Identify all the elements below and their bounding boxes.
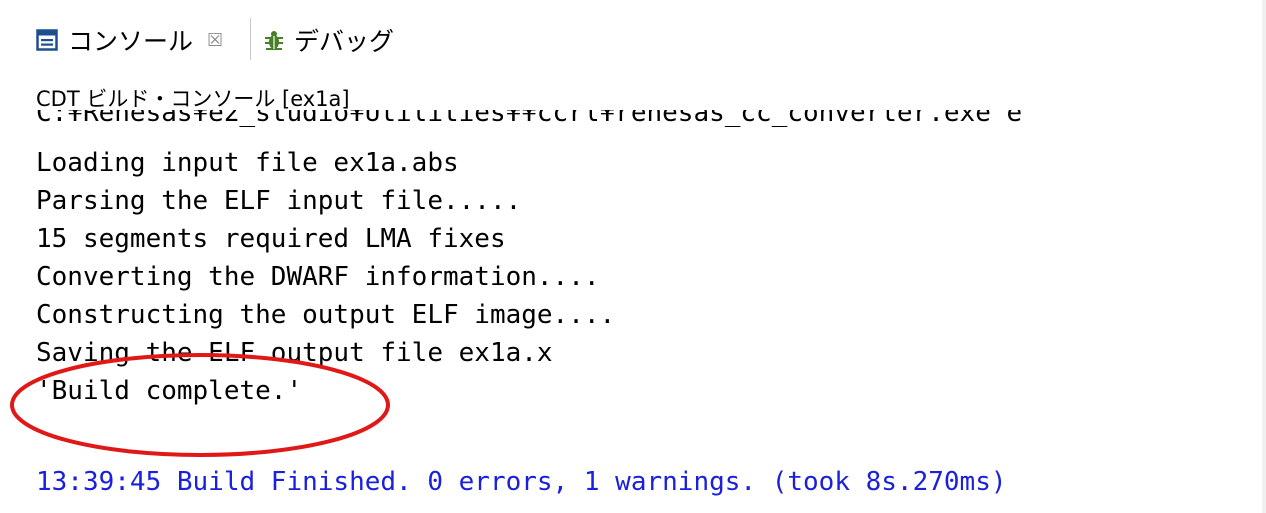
build-complete-line: 'Build complete.': [36, 376, 303, 406]
console-line: C:¥Renesas¥e2_studio¥Utilities¥¥ccrl¥ren…: [36, 110, 1023, 128]
tab-console[interactable]: コンソール ☒: [36, 18, 223, 62]
close-icon[interactable]: ☒: [207, 30, 223, 51]
console-line: Saving the ELF output file ex1a.x: [36, 338, 553, 368]
console-line: 15 segments required LMA fixes: [36, 224, 506, 254]
view-tab-bar: コンソール ☒ デバッグ: [0, 0, 1266, 75]
tab-console-label: コンソール: [68, 27, 194, 56]
vertical-scrollbar[interactable]: [1262, 0, 1266, 513]
build-finished-line: 13:39:45 Build Finished. 0 errors, 1 war…: [36, 467, 1007, 497]
bug-icon: [262, 28, 286, 52]
console-line: Constructing the output ELF image....: [36, 300, 616, 330]
console-icon: [36, 29, 58, 51]
console-title: CDT ビルド・コンソール [ex1a]: [36, 87, 350, 111]
tab-divider: [250, 18, 251, 60]
console-line: Loading input file ex1a.abs: [36, 148, 459, 178]
console-line: Converting the DWARF information....: [36, 262, 600, 292]
tab-debug-label: デバッグ: [294, 27, 395, 56]
tab-debug[interactable]: デバッグ: [262, 18, 394, 62]
console-line: Parsing the ELF input file.....: [36, 186, 522, 216]
console-output[interactable]: C:¥Renesas¥e2_studio¥Utilities¥¥ccrl¥ren…: [36, 110, 1266, 513]
